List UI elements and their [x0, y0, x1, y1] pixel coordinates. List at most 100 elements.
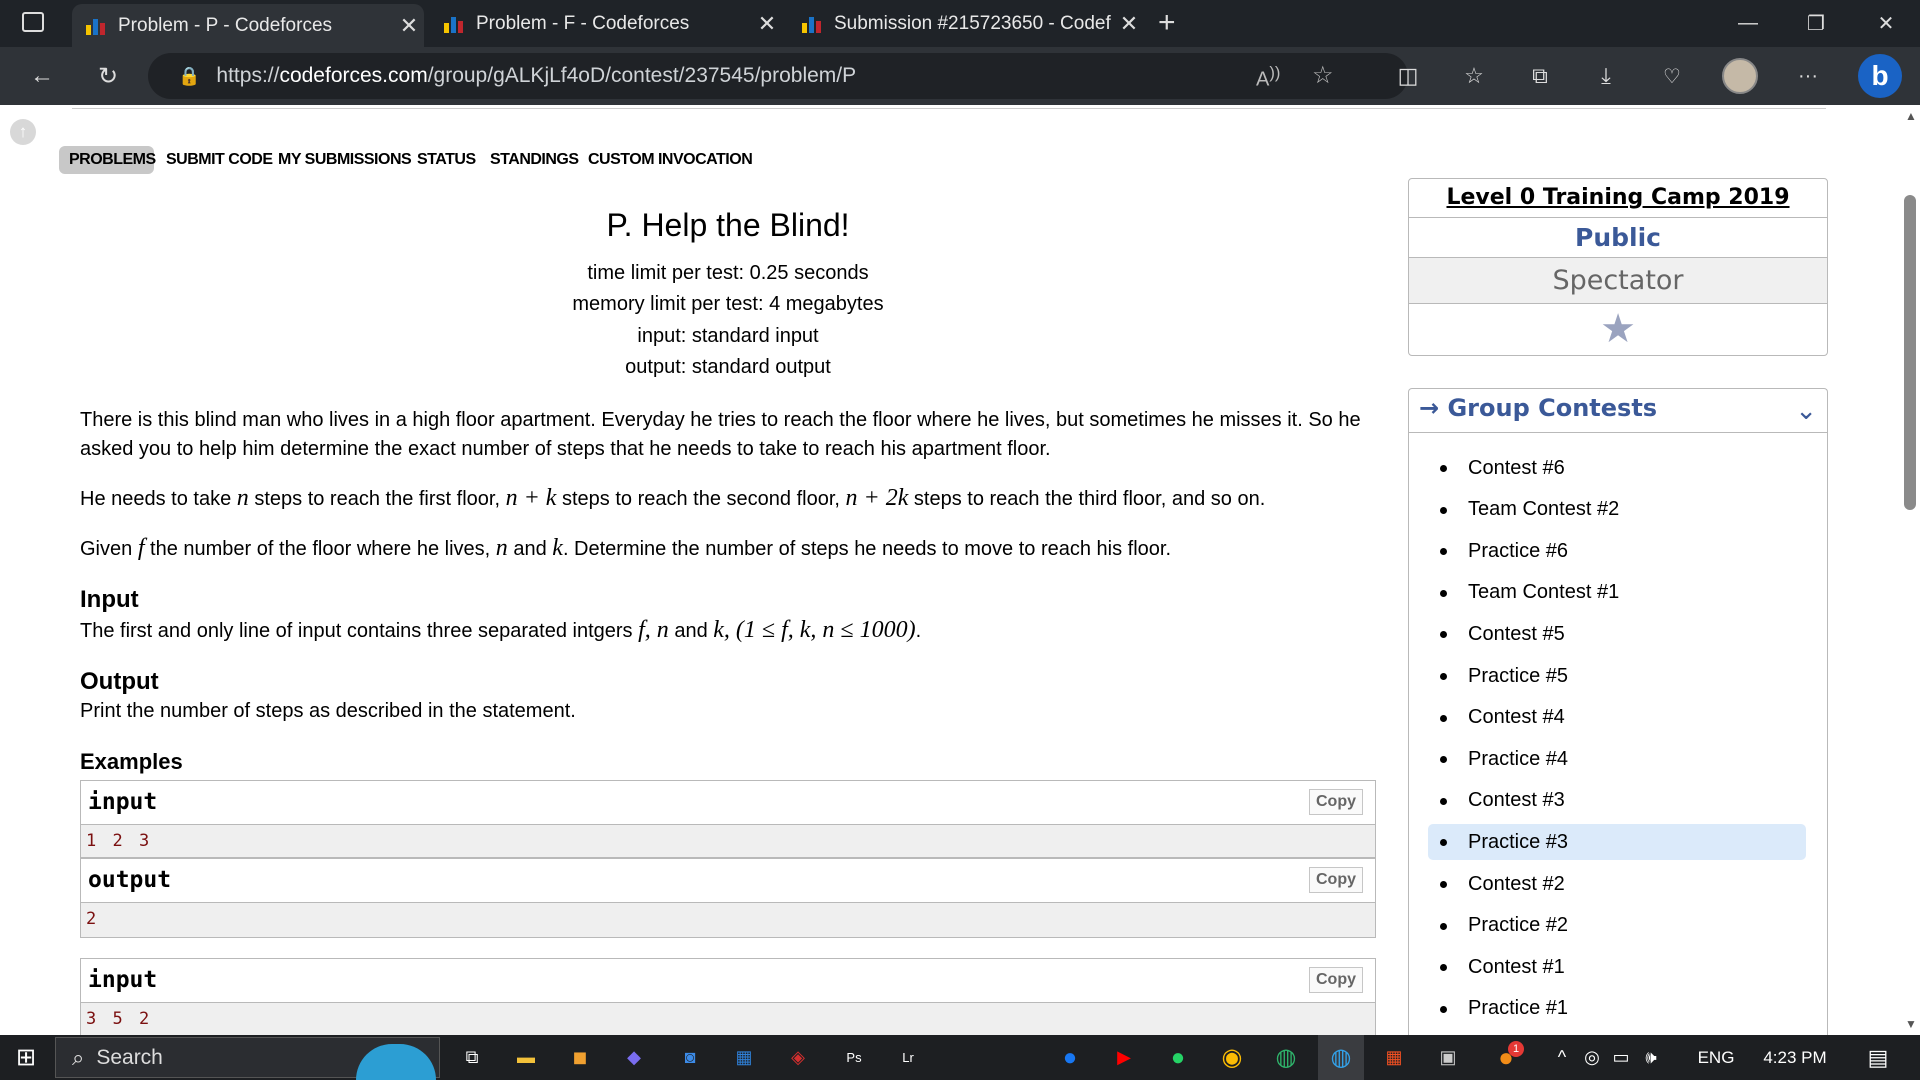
group-contest-item[interactable]: Practice #2	[1428, 908, 1806, 944]
volume-icon[interactable]: 🕪	[1638, 1035, 1664, 1080]
store-icon[interactable]: ◼	[560, 1035, 600, 1080]
microsoft-store-icon[interactable]: ▦	[1374, 1035, 1414, 1080]
url-path: /group/gALKjLf4oD/contest/237545/problem…	[427, 64, 857, 87]
restore-icon[interactable]: ❐	[1782, 0, 1850, 47]
tab-close-icon[interactable]: ✕	[1114, 11, 1144, 37]
profile-avatar[interactable]	[1722, 58, 1758, 94]
health-icon[interactable]: ♡	[1652, 56, 1692, 96]
vm-icon[interactable]: ▣	[1428, 1035, 1468, 1080]
group-contest-item[interactable]: Practice #5	[1428, 658, 1806, 694]
group-contest-item[interactable]: Contest #6	[1428, 450, 1806, 486]
tab-actions-icon[interactable]	[22, 12, 44, 32]
group-contest-item[interactable]: Practice #4	[1428, 741, 1806, 777]
favorites-icon[interactable]: ☆	[1454, 56, 1494, 96]
sample-output-1: output Copy 2	[80, 858, 1376, 938]
input-source: input: standard input	[637, 325, 819, 347]
tray-camera-icon[interactable]: ◎	[1580, 1035, 1604, 1080]
new-tab-plus-icon[interactable]: +	[1158, 6, 1176, 40]
tab-submission[interactable]: Submission #215723650 - Codef ✕	[788, 0, 1144, 47]
tab-title: Submission #215723650 - Codef	[834, 12, 1111, 34]
group-contest-item[interactable]: Contest #4	[1428, 700, 1806, 736]
address-bar[interactable]: 🔒 https://codeforces.com/group/gALKjLf4o…	[148, 53, 1408, 99]
group-contest-item[interactable]: Practice #1	[1428, 991, 1806, 1027]
island-illustration-icon	[356, 1044, 436, 1080]
lightroom-icon[interactable]: Lr	[888, 1035, 928, 1080]
chevron-down-icon[interactable]: ⌄	[1795, 395, 1817, 426]
read-aloud-icon[interactable]: A))	[1256, 63, 1280, 92]
group-contest-item[interactable]: Contest #1	[1428, 949, 1806, 985]
task-view-icon[interactable]: ⧉	[452, 1035, 492, 1080]
more-options-icon[interactable]: ···	[1788, 56, 1828, 96]
menu-submit-code[interactable]: SUBMIT CODE	[154, 146, 285, 174]
tab-close-icon[interactable]: ✕	[394, 13, 424, 39]
refresh-icon[interactable]: ↻	[88, 56, 128, 96]
page-scrollbar[interactable]: ▲ ▼	[1900, 105, 1920, 1035]
youtube-icon[interactable]: ▶	[1104, 1035, 1144, 1080]
whatsapp-icon[interactable]: ●	[1158, 1035, 1198, 1080]
facebook-icon[interactable]: ●	[1050, 1035, 1090, 1080]
text: He needs to take	[80, 488, 237, 510]
memory-limit: memory limit per test: 4 megabytes	[572, 293, 884, 315]
back-arrow-icon[interactable]: ←	[22, 56, 62, 96]
scroll-up-arrow-icon[interactable]: ▲	[1905, 109, 1917, 123]
output-heading: Output	[80, 668, 159, 695]
scroll-down-arrow-icon[interactable]: ▼	[1905, 1017, 1917, 1031]
battery-icon[interactable]: ▭	[1608, 1035, 1634, 1080]
search-placeholder: Search	[96, 1045, 163, 1069]
group-contest-item[interactable]: Contest #5	[1428, 616, 1806, 652]
contest-name[interactable]: Level 0 Training Camp 2019	[1409, 179, 1827, 218]
notification-app-icon[interactable]: ●	[1484, 1035, 1528, 1080]
group-contest-item[interactable]: Contest #2	[1428, 866, 1806, 902]
chrome-icon[interactable]: ◉	[1212, 1035, 1252, 1080]
menu-my-submissions[interactable]: MY SUBMISSIONS	[266, 146, 423, 174]
group-contests-title[interactable]: → Group Contests	[1409, 389, 1827, 433]
tray-chevron-icon[interactable]: ^	[1552, 1035, 1572, 1080]
file-explorer-icon[interactable]: ▬	[506, 1035, 546, 1080]
tab-problem-f[interactable]: Problem - F - Codeforces ✕	[430, 0, 782, 47]
copy-button[interactable]: Copy	[1309, 867, 1363, 893]
input-description: The first and only line of input contain…	[80, 616, 1376, 646]
text: and	[668, 620, 714, 642]
download-icon[interactable]: ⤓	[1586, 56, 1626, 96]
group-contest-item[interactable]: Contest #3	[1428, 783, 1806, 819]
split-screen-icon[interactable]: ◫	[1388, 56, 1428, 96]
windows-start-icon[interactable]: ⊞	[0, 1035, 52, 1080]
menu-problems[interactable]: PROBLEMS	[59, 146, 156, 174]
action-center-icon[interactable]: ▤	[1858, 1035, 1898, 1080]
sample-value: 3 5 2	[81, 1003, 1375, 1035]
copy-button[interactable]: Copy	[1309, 789, 1363, 815]
scroll-up-circle-icon[interactable]: ↑	[10, 119, 36, 145]
language-indicator[interactable]: ENG	[1694, 1035, 1738, 1080]
favorite-star-icon[interactable]: ☆	[1312, 61, 1334, 90]
bing-chat-icon[interactable]: b	[1858, 54, 1902, 98]
minimize-icon[interactable]: —	[1714, 0, 1782, 47]
group-contest-item[interactable]: Practice #3	[1428, 824, 1806, 861]
app-icon[interactable]: ◙	[670, 1035, 710, 1080]
taskbar-search-box[interactable]: ⌕ Search	[55, 1037, 440, 1080]
clock[interactable]: 4:23 PM	[1752, 1035, 1838, 1080]
close-window-icon[interactable]: ✕	[1852, 0, 1920, 47]
scroll-thumb[interactable]	[1904, 195, 1916, 510]
group-contest-item[interactable]: Team Contest #2	[1428, 492, 1806, 528]
group-contest-item[interactable]: Team Contest #1	[1428, 575, 1806, 611]
tab-title: Problem - P - Codeforces	[118, 14, 333, 36]
text: the number of the floor where he lives,	[144, 538, 496, 560]
tab-close-icon[interactable]: ✕	[752, 11, 782, 37]
edge-icon[interactable]: ◍	[1266, 1035, 1306, 1080]
tab-problem-p[interactable]: Problem - P - Codeforces ✕	[72, 4, 424, 47]
copy-button[interactable]: Copy	[1309, 967, 1363, 993]
collections-icon[interactable]: ⧉	[1520, 56, 1560, 96]
acrobat-icon[interactable]: ◈	[778, 1035, 818, 1080]
menu-status[interactable]: STATUS	[405, 146, 488, 174]
search-icon: ⌕	[72, 1044, 85, 1070]
copilot-icon[interactable]: ◆	[614, 1035, 654, 1080]
contest-role: Spectator	[1409, 258, 1827, 304]
menu-custom-invocation[interactable]: CUSTOM INVOCATION	[576, 146, 764, 174]
photoshop-icon[interactable]: Ps	[834, 1035, 874, 1080]
favorite-star-icon[interactable]: ★	[1409, 304, 1827, 354]
group-contest-item[interactable]: Practice #6	[1428, 533, 1806, 569]
menu-standings[interactable]: STANDINGS	[478, 146, 591, 174]
calendar-icon[interactable]: ▦	[724, 1035, 764, 1080]
edge-active-icon[interactable]: ◍	[1318, 1035, 1364, 1080]
output-source: output: standard output	[625, 356, 831, 378]
